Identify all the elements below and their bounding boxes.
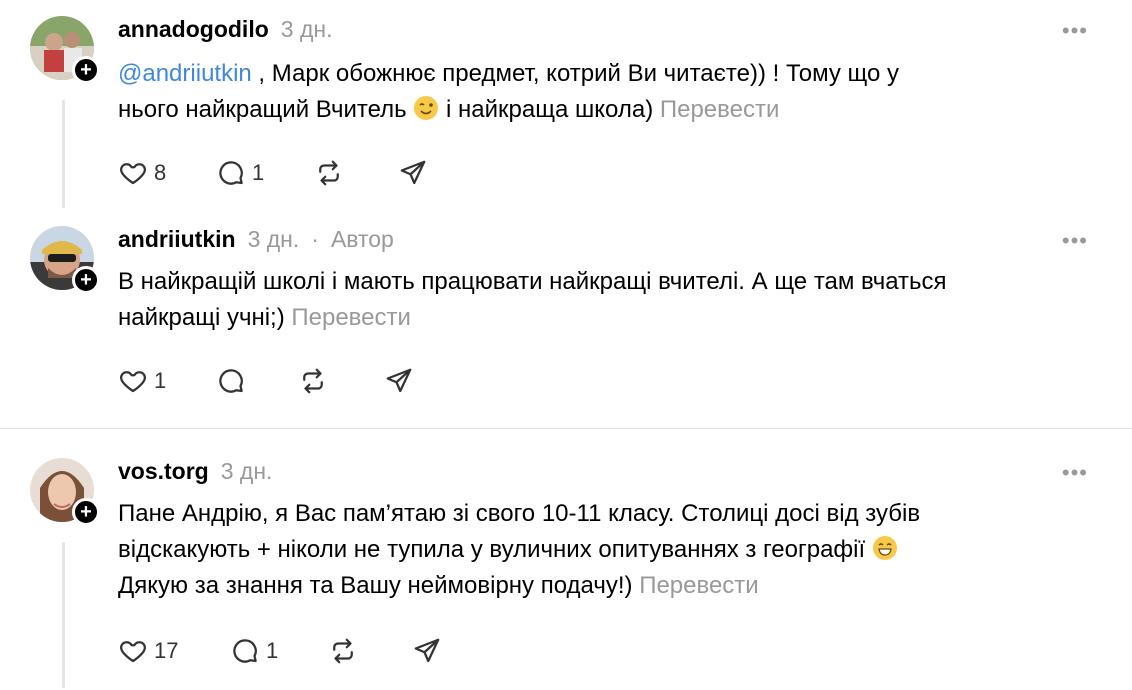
wink-emoji-icon <box>414 96 439 120</box>
repost-button[interactable] <box>298 366 328 396</box>
post-text: В найкращій школі і мають працювати найк… <box>118 264 1098 336</box>
post-text-part: В найкращій школі і мають працювати найк… <box>118 268 947 295</box>
post-header: vos.torg 3 дн. <box>118 458 272 485</box>
follow-plus-icon[interactable]: + <box>72 498 100 526</box>
more-icon[interactable]: ••• <box>1062 460 1088 486</box>
post-header: annadogodilo 3 дн. <box>118 16 332 43</box>
post-text: Пане Андрію, я Вас пам’ятаю зі свого 10-… <box>118 496 1098 604</box>
divider <box>0 428 1132 429</box>
comment-icon <box>233 639 257 663</box>
like-count: 8 <box>154 160 167 185</box>
post-text-part: відскакують + ніколи не тупила у вулични… <box>118 536 872 563</box>
share-icon <box>386 368 412 393</box>
post-text-part: найкращі учні;) <box>118 304 292 331</box>
like-button[interactable]: 17 <box>118 636 178 666</box>
avatar[interactable]: + <box>30 16 100 84</box>
post-header: andriiutkin 3 дн. · Автор <box>118 226 394 253</box>
reply-button[interactable]: 1 <box>230 636 278 666</box>
heart-icon <box>120 163 146 185</box>
post-text-part: Пане Андрію, я Вас пам’ятаю зі свого 10-… <box>118 500 921 527</box>
repost-button[interactable] <box>314 158 344 188</box>
reply-count: 1 <box>252 160 265 185</box>
share-icon <box>414 638 440 663</box>
translate-link[interactable]: Перевести <box>291 304 411 331</box>
post-text-part: і найкраща школа) <box>439 96 660 123</box>
thread-line <box>62 542 65 688</box>
username[interactable]: vos.torg <box>118 458 209 485</box>
more-icon[interactable]: ••• <box>1062 228 1088 254</box>
comment-icon <box>219 161 243 185</box>
separator-dot: · <box>311 226 319 252</box>
timestamp[interactable]: 3 дн. <box>221 458 273 485</box>
username[interactable]: andriiutkin <box>118 226 236 253</box>
reply-count: 1 <box>266 638 279 663</box>
more-icon[interactable]: ••• <box>1062 18 1088 44</box>
username[interactable]: annadogodilo <box>118 16 269 43</box>
author-badge: Автор <box>330 226 394 252</box>
timestamp[interactable]: 3 дн. <box>248 226 300 253</box>
follow-plus-icon[interactable]: + <box>72 56 100 84</box>
timestamp[interactable]: 3 дн. <box>281 16 333 43</box>
repost-icon <box>319 160 339 186</box>
reply-button[interactable] <box>216 366 246 396</box>
like-count: 1 <box>154 368 167 393</box>
share-button[interactable] <box>412 636 442 666</box>
post-text-part: нього найкращий Вчитель <box>118 96 414 123</box>
thread-line <box>62 100 65 208</box>
post-text-part: Дякую за знання та Вашу неймовірну подач… <box>118 572 640 599</box>
like-count: 17 <box>154 638 179 663</box>
translate-link[interactable]: Перевести <box>660 96 780 123</box>
like-button[interactable]: 8 <box>118 158 166 188</box>
share-button[interactable] <box>384 366 414 396</box>
avatar[interactable]: + <box>30 226 100 294</box>
translate-link[interactable]: Перевести <box>639 572 759 599</box>
post-text: @andriiutkin , Марк обожнює предмет, кот… <box>118 56 1098 128</box>
like-button[interactable]: 1 <box>118 366 166 396</box>
post-text-part: , Марк обожнює предмет, котрий Ви читаєт… <box>251 60 900 87</box>
avatar[interactable]: + <box>30 458 100 526</box>
repost-button[interactable] <box>328 636 358 666</box>
follow-plus-icon[interactable]: + <box>72 266 100 294</box>
comment-icon <box>219 369 243 393</box>
repost-icon <box>303 368 323 394</box>
grin-emoji-icon <box>872 536 897 560</box>
share-icon <box>400 160 426 185</box>
heart-icon <box>120 641 146 663</box>
heart-icon <box>120 371 146 393</box>
share-button[interactable] <box>398 158 428 188</box>
mention-link[interactable]: @andriiutkin <box>118 60 252 87</box>
reply-button[interactable]: 1 <box>216 158 264 188</box>
repost-icon <box>333 638 353 664</box>
